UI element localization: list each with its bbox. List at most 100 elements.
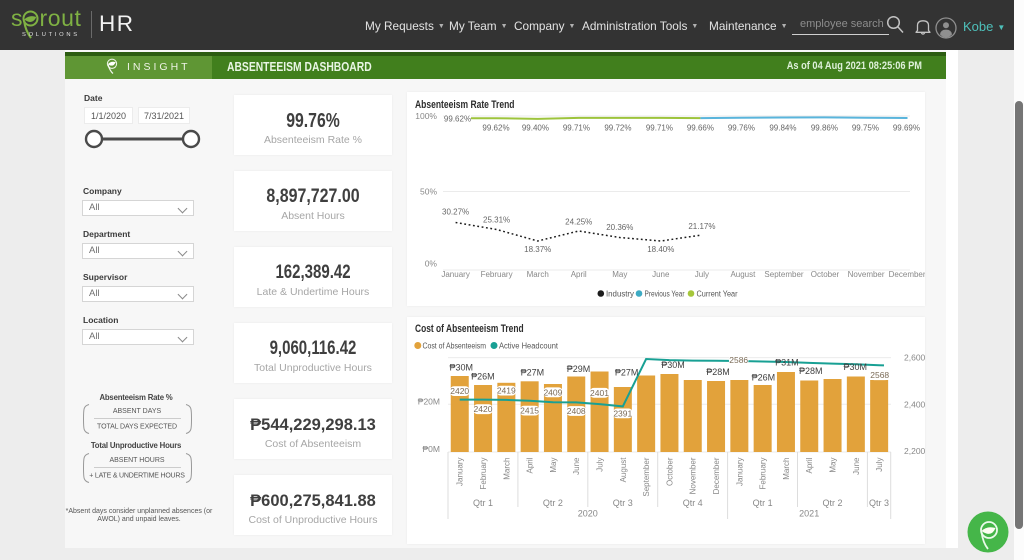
svg-text:July: July <box>596 458 605 472</box>
svg-text:August: August <box>730 270 756 279</box>
svg-text:2409: 2409 <box>543 387 562 397</box>
svg-text:2020: 2020 <box>578 509 598 519</box>
svg-text:September: September <box>764 270 803 279</box>
svg-text:Qtr 3: Qtr 3 <box>613 498 633 508</box>
svg-text:99.76%: 99.76% <box>728 124 755 133</box>
svg-text:May: May <box>829 458 838 473</box>
svg-text:March: March <box>527 270 549 279</box>
svg-text:Active Headcount: Active Headcount <box>499 342 559 351</box>
svg-text:2420: 2420 <box>450 386 469 396</box>
svg-text:₱30M: ₱30M <box>843 362 867 372</box>
svg-text:January: January <box>735 458 744 486</box>
svg-text:January: January <box>456 458 465 486</box>
svg-text:30.27%: 30.27% <box>442 208 469 217</box>
svg-text:₱27M: ₱27M <box>615 367 639 377</box>
svg-text:₱31M: ₱31M <box>775 357 799 367</box>
svg-text:June: June <box>572 457 581 475</box>
svg-text:99.72%: 99.72% <box>604 124 631 133</box>
svg-text:₱30M: ₱30M <box>449 363 473 373</box>
svg-text:ABSENT DAYS: ABSENT DAYS <box>113 408 162 415</box>
svg-text:99.66%: 99.66% <box>687 124 714 133</box>
svg-text:+ LATE & UNDERTIME HOURS: + LATE & UNDERTIME HOURS <box>89 473 185 480</box>
svg-text:November: November <box>848 270 885 279</box>
svg-text:99.62%: 99.62% <box>444 115 471 124</box>
svg-text:99.69%: 99.69% <box>893 124 920 133</box>
svg-text:2391: 2391 <box>613 408 632 418</box>
svg-text:2408: 2408 <box>567 406 586 416</box>
svg-text:Qtr 4: Qtr 4 <box>683 498 703 508</box>
svg-text:₱28M: ₱28M <box>706 367 730 377</box>
svg-text:May: May <box>549 458 558 473</box>
svg-text:99.71%: 99.71% <box>563 124 590 133</box>
svg-text:20.36%: 20.36% <box>606 223 633 232</box>
svg-text:₱20M: ₱20M <box>418 397 440 407</box>
svg-text:ABSENT HOURS: ABSENT HOURS <box>109 457 164 464</box>
svg-text:SOLUTIONS: SOLUTIONS <box>22 32 80 38</box>
svg-text:December: December <box>889 270 925 279</box>
svg-text:November: November <box>689 457 698 494</box>
svg-text:May: May <box>612 270 627 279</box>
svg-text:Qtr 2: Qtr 2 <box>543 498 563 508</box>
svg-text:Current Year: Current Year <box>697 290 738 299</box>
svg-text:₱30M: ₱30M <box>661 360 685 370</box>
svg-text:February: February <box>759 458 768 490</box>
svg-text:Absenteeism Rate Trend: Absenteeism Rate Trend <box>415 99 515 111</box>
svg-text:March: March <box>502 458 511 480</box>
svg-text:24.25%: 24.25% <box>565 218 592 227</box>
svg-text:0%: 0% <box>425 259 438 269</box>
svg-text:2568: 2568 <box>870 370 889 380</box>
svg-text:October: October <box>665 457 674 486</box>
svg-text:₱26M: ₱26M <box>752 372 776 382</box>
svg-text:₱27M: ₱27M <box>521 367 545 377</box>
svg-text:rout: rout <box>40 5 82 31</box>
svg-text:99.62%: 99.62% <box>482 124 509 133</box>
svg-text:₱26M: ₱26M <box>471 372 495 382</box>
svg-text:Cost of Absenteeism Trend: Cost of Absenteeism Trend <box>415 323 524 335</box>
svg-text:99.84%: 99.84% <box>769 124 796 133</box>
svg-text:April: April <box>571 270 587 279</box>
svg-text:18.37%: 18.37% <box>524 245 551 254</box>
svg-text:Qtr 3: Qtr 3 <box>869 498 889 508</box>
svg-text:₱28M: ₱28M <box>799 366 823 376</box>
svg-text:s: s <box>11 5 23 31</box>
svg-text:August: August <box>619 457 628 483</box>
svg-text:2,400: 2,400 <box>904 399 925 409</box>
svg-text:18.40%: 18.40% <box>647 245 674 254</box>
svg-text:Industry: Industry <box>606 290 634 299</box>
svg-text:February: February <box>481 270 513 279</box>
svg-text:July: July <box>875 458 884 472</box>
svg-text:2021: 2021 <box>799 509 819 519</box>
svg-text:April: April <box>526 457 535 473</box>
svg-text:21.17%: 21.17% <box>688 222 715 231</box>
svg-text:2401: 2401 <box>590 388 609 398</box>
svg-text:Cost of Absenteeism: Cost of Absenteeism <box>423 342 487 351</box>
svg-text:2419: 2419 <box>497 386 516 396</box>
svg-text:Qtr 2: Qtr 2 <box>822 498 842 508</box>
svg-text:25.31%: 25.31% <box>483 216 510 225</box>
svg-text:₱0M: ₱0M <box>423 444 440 454</box>
svg-text:2586: 2586 <box>729 355 748 365</box>
svg-text:October: October <box>811 270 840 279</box>
svg-text:100%: 100% <box>415 111 437 121</box>
svg-text:June: June <box>852 457 861 475</box>
svg-text:2415: 2415 <box>520 406 539 416</box>
svg-text:Qtr 1: Qtr 1 <box>473 498 493 508</box>
svg-text:99.75%: 99.75% <box>852 124 879 133</box>
svg-text:99.71%: 99.71% <box>646 124 673 133</box>
svg-text:September: September <box>642 457 651 496</box>
svg-text:January: January <box>441 270 469 279</box>
svg-text:2,600: 2,600 <box>904 353 925 363</box>
svg-text:₱29M: ₱29M <box>567 364 591 374</box>
svg-text:February: February <box>479 458 488 490</box>
svg-text:March: March <box>782 458 791 480</box>
svg-text:Qtr 1: Qtr 1 <box>753 498 773 508</box>
svg-text:99.40%: 99.40% <box>522 124 549 133</box>
svg-text:99.86%: 99.86% <box>811 124 838 133</box>
svg-text:December: December <box>712 457 721 494</box>
svg-text:July: July <box>695 270 709 279</box>
svg-text:June: June <box>652 270 670 279</box>
svg-text:50%: 50% <box>420 187 437 197</box>
svg-text:2420: 2420 <box>474 404 493 414</box>
svg-text:2,200: 2,200 <box>904 446 925 456</box>
svg-text:Previous Year: Previous Year <box>645 290 685 299</box>
